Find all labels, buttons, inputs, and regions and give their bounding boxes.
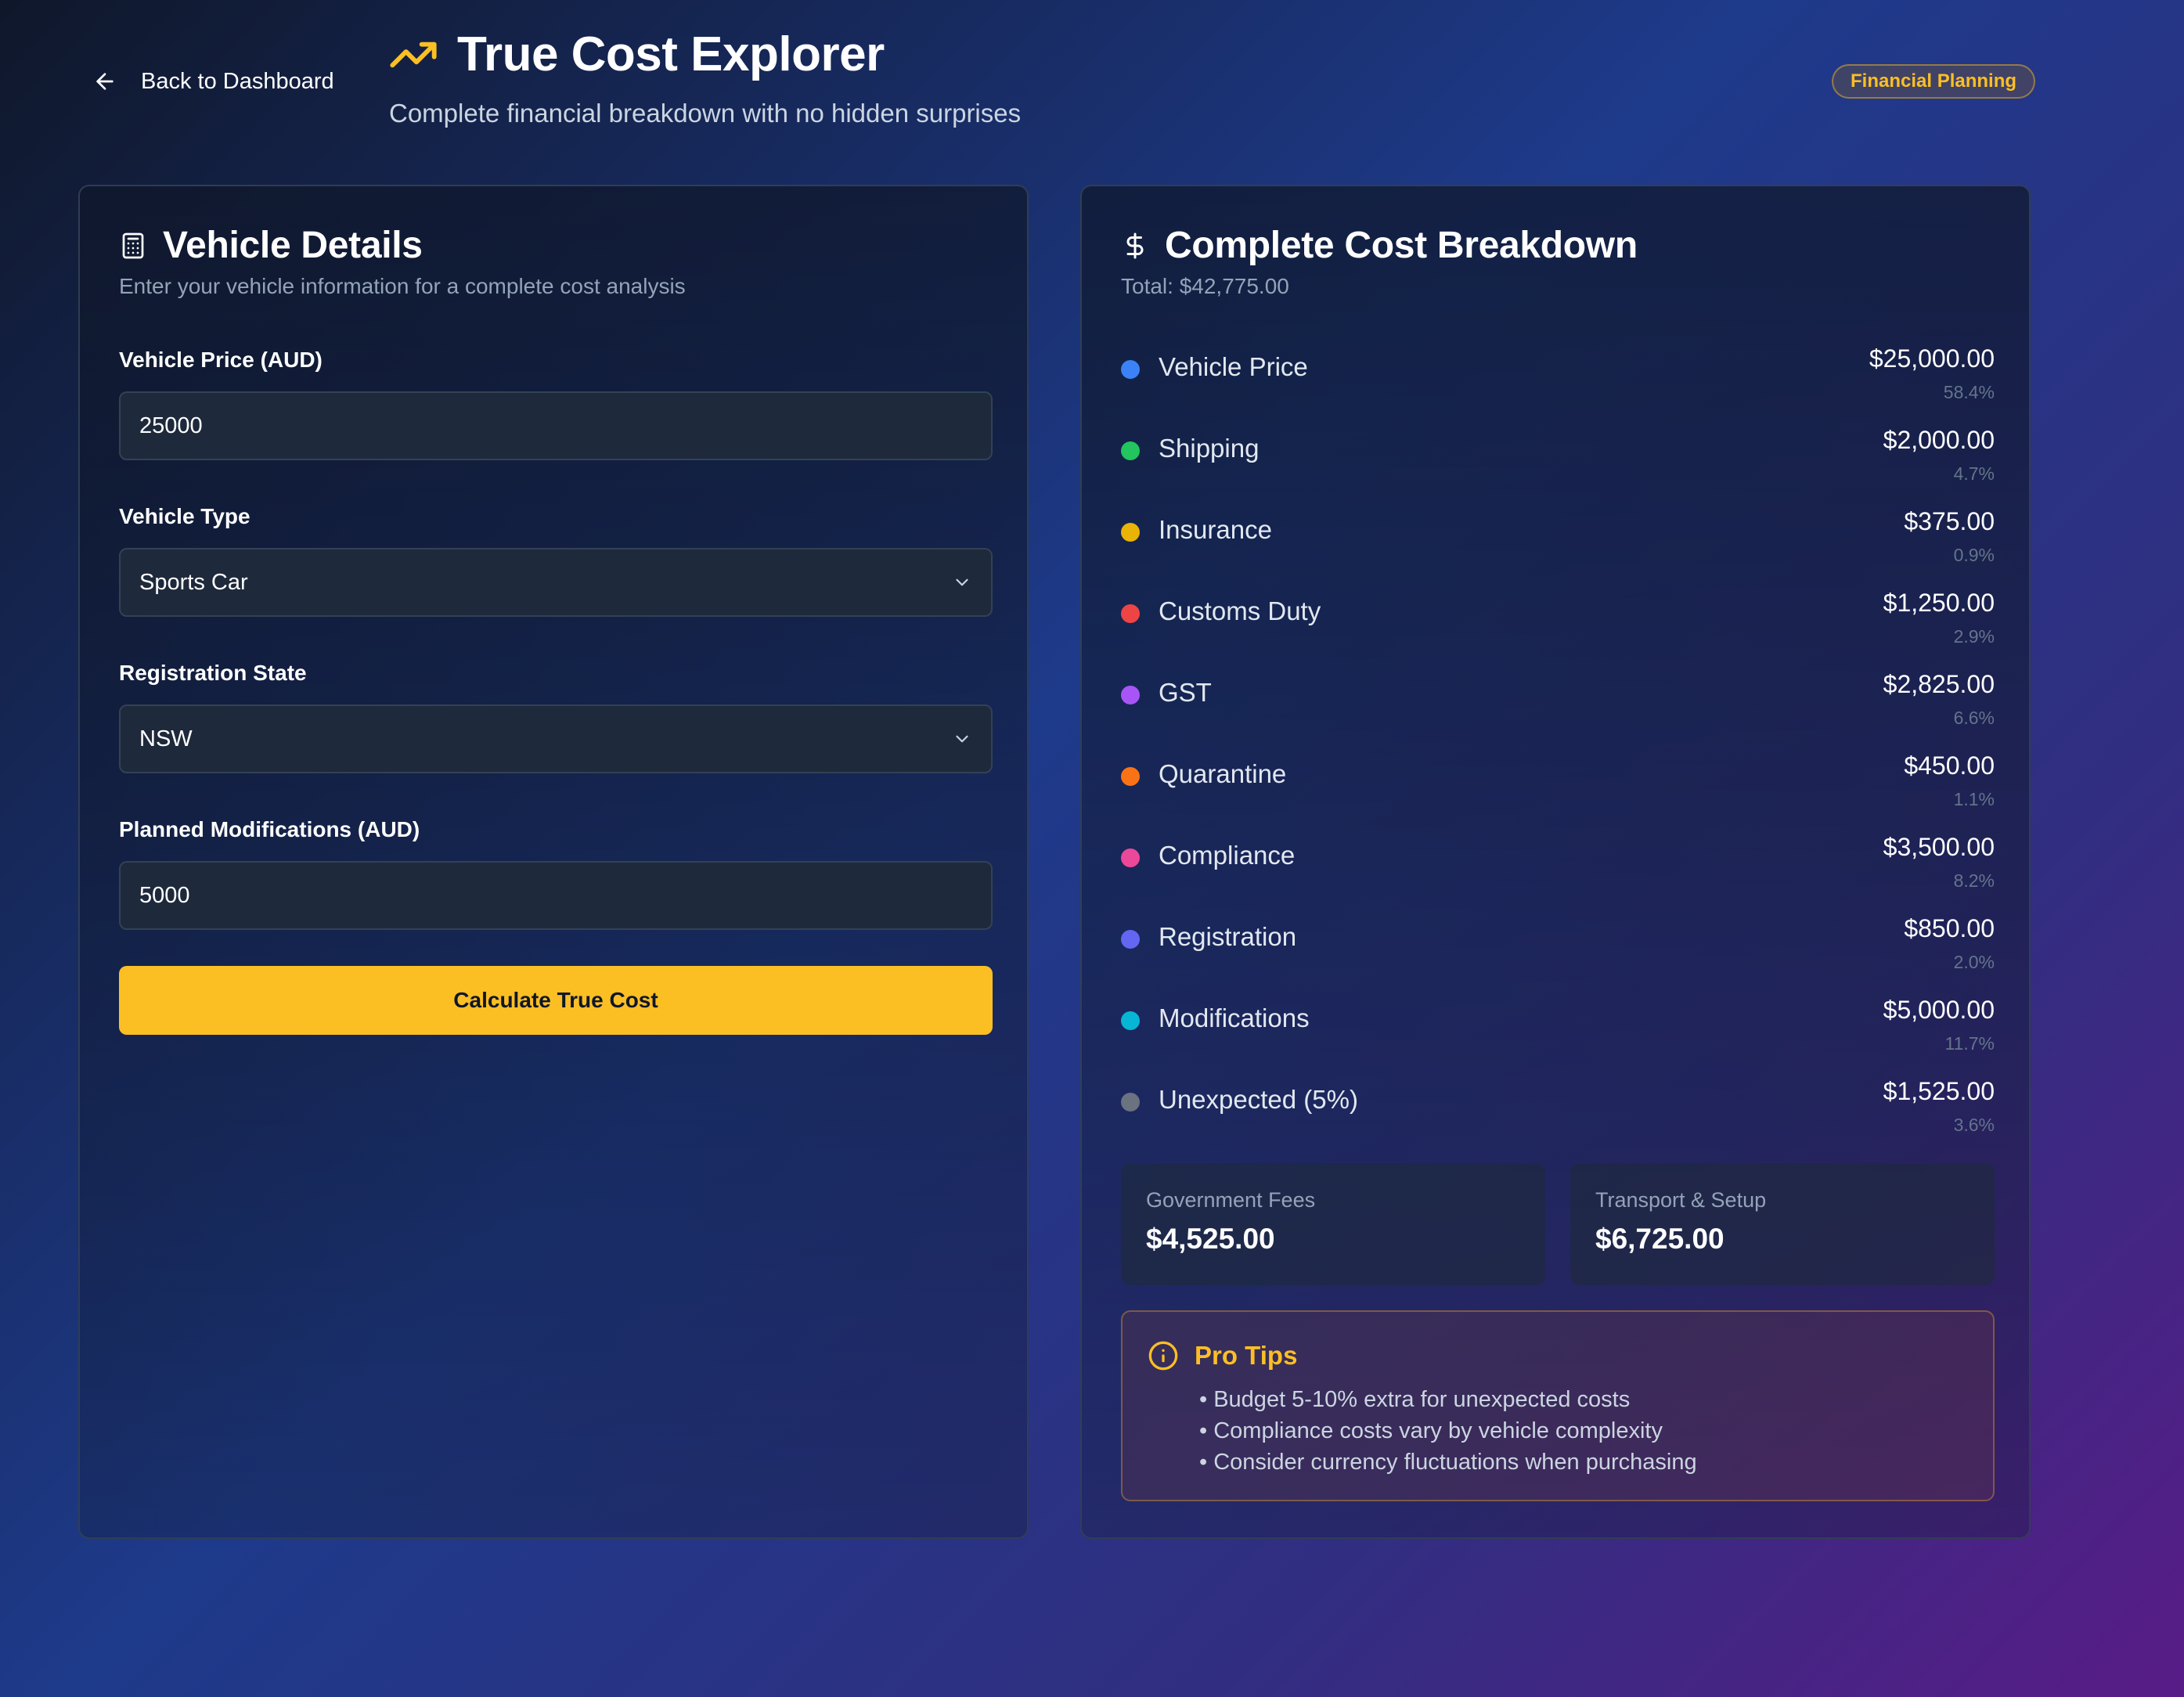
page-title-row: True Cost Explorer bbox=[388, 27, 885, 82]
cost-total: Total: $42,775.00 bbox=[1121, 274, 1289, 298]
cost-breakdown-title: Complete Cost Breakdown bbox=[1165, 225, 1638, 266]
cost-breakdown-list: Vehicle Price $25,000.00 58.4% Shipping … bbox=[1121, 340, 1995, 1154]
cost-label: Vehicle Price bbox=[1159, 352, 1308, 381]
cost-row: GST $2,825.00 6.6% bbox=[1121, 665, 1995, 747]
color-dot bbox=[1121, 441, 1140, 460]
pro-tips-box: Pro Tips • Budget 5-10% extra for unexpe… bbox=[1121, 1310, 1995, 1501]
cost-row: Quarantine $450.00 1.1% bbox=[1121, 747, 1995, 828]
transport-setup-summary: Transport & Setup $6,725.00 bbox=[1570, 1163, 1995, 1285]
registration-state-label: Registration State bbox=[119, 661, 307, 685]
modifications-value: 5000 bbox=[139, 882, 190, 908]
cost-percent: 2.9% bbox=[1953, 626, 1995, 647]
vehicle-details-card: Vehicle Details Enter your vehicle infor… bbox=[78, 185, 1029, 1539]
color-dot bbox=[1121, 930, 1140, 949]
summary-value: $4,525.00 bbox=[1146, 1223, 1275, 1255]
vehicle-price-label: Vehicle Price (AUD) bbox=[119, 348, 323, 372]
tip-item: • Consider currency fluctuations when pu… bbox=[1199, 1450, 1697, 1475]
vehicle-type-select[interactable]: Sports Car bbox=[119, 548, 993, 617]
color-dot bbox=[1121, 686, 1140, 704]
cost-label: Customs Duty bbox=[1159, 596, 1321, 625]
page-title: True Cost Explorer bbox=[457, 27, 885, 81]
color-dot bbox=[1121, 1011, 1140, 1030]
cost-label: Insurance bbox=[1159, 515, 1272, 544]
registration-state-value: NSW bbox=[139, 726, 193, 751]
modifications-label: Planned Modifications (AUD) bbox=[119, 817, 420, 841]
color-dot bbox=[1121, 1093, 1140, 1112]
cost-breakdown-header: Complete Cost Breakdown bbox=[1121, 224, 1638, 267]
vehicle-price-input[interactable]: 25000 bbox=[119, 391, 993, 460]
cost-label: GST bbox=[1159, 678, 1212, 707]
category-badge: Financial Planning bbox=[1832, 64, 2036, 99]
cost-percent: 58.4% bbox=[1943, 382, 1995, 402]
cost-amount: $25,000.00 bbox=[1869, 344, 1995, 373]
cost-percent: 1.1% bbox=[1953, 789, 1995, 809]
cost-row: Unexpected (5%) $1,525.00 3.6% bbox=[1121, 1072, 1995, 1154]
cost-percent: 0.9% bbox=[1953, 545, 1995, 565]
cost-percent: 8.2% bbox=[1953, 870, 1995, 891]
cost-row: Shipping $2,000.00 4.7% bbox=[1121, 421, 1995, 503]
cost-amount: $2,000.00 bbox=[1883, 426, 1995, 454]
cost-amount: $3,500.00 bbox=[1883, 833, 1995, 861]
page-subtitle: Complete financial breakdown with no hid… bbox=[389, 99, 1022, 128]
vehicle-type-value: Sports Car bbox=[139, 569, 248, 595]
info-icon bbox=[1148, 1341, 1178, 1371]
pro-tips-title: Pro Tips bbox=[1195, 1341, 1298, 1370]
cost-row: Customs Duty $1,250.00 2.9% bbox=[1121, 584, 1995, 665]
chevron-down-icon bbox=[956, 735, 968, 743]
cost-amount: $375.00 bbox=[1904, 507, 1995, 535]
calculator-icon bbox=[122, 232, 144, 258]
arrow-left-icon bbox=[96, 73, 114, 90]
summary-value: $6,725.00 bbox=[1595, 1223, 1724, 1255]
color-dot bbox=[1121, 523, 1140, 542]
back-to-dashboard-link[interactable]: Back to Dashboard bbox=[92, 63, 334, 100]
cost-amount: $850.00 bbox=[1904, 914, 1995, 942]
tip-item: • Budget 5-10% extra for unexpected cost… bbox=[1199, 1387, 1631, 1412]
tip-item: • Compliance costs vary by vehicle compl… bbox=[1199, 1418, 1663, 1443]
modifications-input[interactable]: 5000 bbox=[119, 861, 993, 930]
vehicle-price-value: 25000 bbox=[139, 413, 203, 438]
vehicle-details-subtitle: Enter your vehicle information for a com… bbox=[119, 274, 686, 298]
cost-amount: $1,250.00 bbox=[1883, 589, 1995, 617]
cost-percent: 2.0% bbox=[1953, 952, 1995, 972]
cost-percent: 4.7% bbox=[1953, 463, 1995, 484]
cost-label: Shipping bbox=[1159, 434, 1260, 463]
cost-percent: 6.6% bbox=[1953, 708, 1995, 728]
dollar-sign-icon bbox=[1126, 232, 1144, 258]
pro-tips-header: Pro Tips bbox=[1148, 1340, 1297, 1371]
color-dot bbox=[1121, 360, 1140, 379]
cost-row: Vehicle Price $25,000.00 58.4% bbox=[1121, 340, 1995, 421]
registration-state-select[interactable]: NSW bbox=[119, 704, 993, 773]
cost-breakdown-card: Complete Cost Breakdown Total: $42,775.0… bbox=[1080, 185, 2031, 1539]
cost-percent: 11.7% bbox=[1944, 1033, 1995, 1054]
calculate-true-cost-button[interactable]: Calculate True Cost bbox=[119, 966, 993, 1035]
summary-label: Government Fees bbox=[1146, 1188, 1316, 1212]
cost-label: Modifications bbox=[1159, 1003, 1310, 1032]
cost-amount: $450.00 bbox=[1904, 751, 1995, 780]
color-dot bbox=[1121, 767, 1140, 786]
cost-amount: $1,525.00 bbox=[1883, 1077, 1995, 1105]
vehicle-details-title: Vehicle Details bbox=[163, 225, 423, 266]
cost-amount: $2,825.00 bbox=[1883, 670, 1995, 698]
trending-up-icon bbox=[390, 41, 437, 67]
cost-label: Unexpected (5%) bbox=[1159, 1085, 1358, 1114]
cost-label: Registration bbox=[1159, 922, 1297, 951]
cost-label: Quarantine bbox=[1159, 759, 1287, 788]
color-dot bbox=[1121, 604, 1140, 623]
pro-tips-list: • Budget 5-10% extra for unexpected cost… bbox=[1199, 1384, 1697, 1478]
government-fees-summary: Government Fees $4,525.00 bbox=[1121, 1163, 1545, 1285]
back-label: Back to Dashboard bbox=[141, 68, 334, 94]
vehicle-type-label: Vehicle Type bbox=[119, 504, 250, 528]
vehicle-details-header: Vehicle Details bbox=[119, 224, 423, 267]
cost-row: Registration $850.00 2.0% bbox=[1121, 910, 1995, 991]
cost-row: Insurance $375.00 0.9% bbox=[1121, 503, 1995, 584]
cost-row: Modifications $5,000.00 11.7% bbox=[1121, 991, 1995, 1072]
cost-percent: 3.6% bbox=[1953, 1115, 1995, 1135]
cost-label: Compliance bbox=[1159, 841, 1296, 870]
cost-amount: $5,000.00 bbox=[1883, 996, 1995, 1024]
chevron-down-icon bbox=[956, 578, 968, 586]
cost-row: Compliance $3,500.00 8.2% bbox=[1121, 828, 1995, 910]
color-dot bbox=[1121, 848, 1140, 867]
summary-label: Transport & Setup bbox=[1595, 1188, 1767, 1212]
